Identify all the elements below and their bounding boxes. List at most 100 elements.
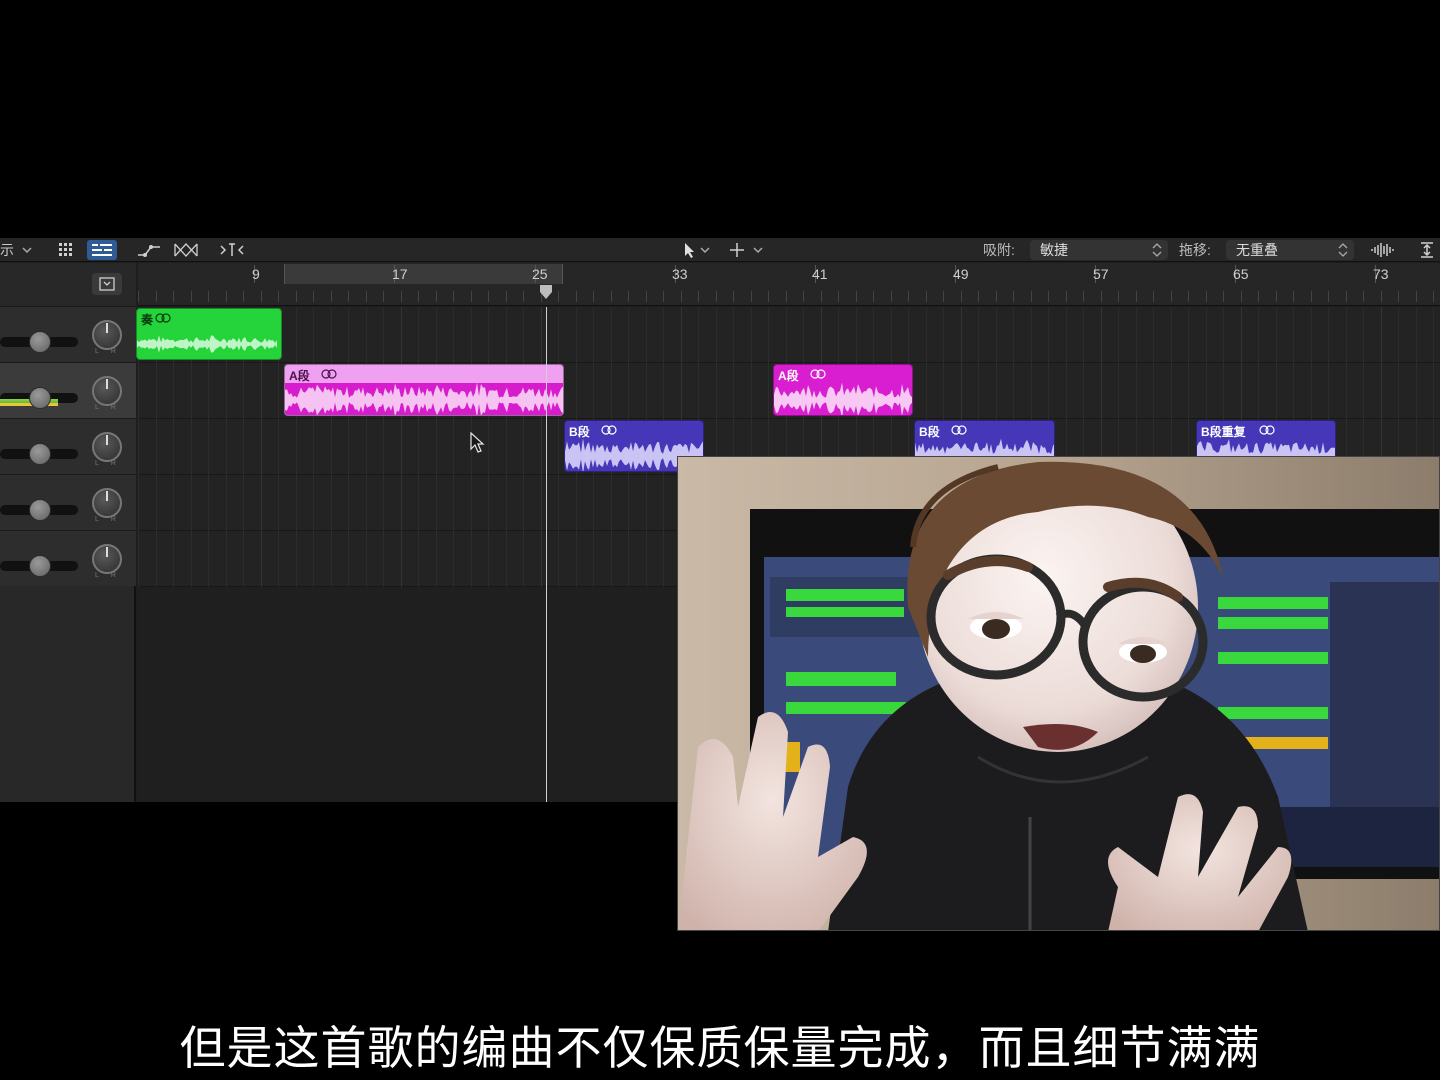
pan-knob[interactable]: [92, 320, 122, 350]
drag-select[interactable]: 无重叠: [1226, 240, 1354, 260]
track-header-1[interactable]: LR: [0, 306, 136, 362]
pan-lr-marks: LR: [95, 404, 128, 411]
beat-tick: [698, 291, 699, 302]
beat-tick: [996, 291, 997, 302]
beat-tick: [506, 291, 507, 302]
region-name: 奏: [141, 313, 154, 327]
audio-region[interactable]: 奏: [136, 308, 282, 360]
beat-tick: [401, 291, 402, 302]
playhead[interactable]: [546, 307, 547, 802]
grid-line: [436, 307, 437, 587]
track-header-2[interactable]: LR: [0, 362, 136, 418]
list-view-icon[interactable]: [87, 240, 117, 260]
automation-icon[interactable]: [135, 240, 163, 260]
pan-knob[interactable]: [92, 432, 122, 462]
beat-tick: [961, 291, 962, 302]
grid-line: [331, 307, 332, 587]
bar-number: 41: [812, 266, 828, 282]
beat-tick: [1013, 291, 1014, 302]
beat-tick: [156, 291, 157, 302]
beat-tick: [1066, 291, 1067, 302]
subtitle-caption: 但是这首歌的编曲不仅保质保量完成，而且细节满满: [179, 1021, 1261, 1075]
beat-tick: [891, 291, 892, 302]
beat-tick: [1136, 291, 1137, 302]
audio-region[interactable]: A段: [284, 364, 564, 416]
beat-tick: [173, 291, 174, 302]
beat-tick: [1118, 291, 1119, 302]
collapse-tracks-button[interactable]: [92, 273, 122, 295]
loop-icon: [951, 425, 967, 435]
waveform-shape: [285, 383, 563, 415]
vertical-zoom-icon[interactable]: [1416, 240, 1438, 260]
track-lane-1[interactable]: [138, 307, 1440, 363]
beat-tick: [313, 291, 314, 302]
beat-tick: [663, 291, 664, 302]
beat-tick: [208, 291, 209, 302]
beat-tick: [1171, 291, 1172, 302]
track-header-top: [0, 263, 136, 306]
beat-tick: [611, 291, 612, 302]
drag-label: 拖移:: [1179, 242, 1211, 258]
beat-tick: [1276, 291, 1277, 302]
beat-tick: [786, 291, 787, 302]
audio-region[interactable]: A段: [773, 364, 913, 416]
grid-view-icon[interactable]: [56, 240, 76, 260]
volume-fader-knob[interactable]: [29, 443, 51, 465]
grid-line: [313, 307, 314, 587]
beat-tick: [1083, 291, 1084, 302]
beat-tick: [1346, 291, 1347, 302]
grid-line: [558, 307, 559, 587]
pointer-tool-icon[interactable]: [678, 240, 714, 260]
track-header-5[interactable]: LR: [0, 530, 136, 586]
beat-tick: [646, 291, 647, 302]
pan-lr-marks: LR: [95, 460, 128, 467]
cycle-region[interactable]: [284, 264, 563, 284]
region-name: A段: [778, 369, 799, 383]
beat-tick: [943, 291, 944, 302]
volume-fader-knob[interactable]: [29, 499, 51, 521]
pan-knob[interactable]: [92, 544, 122, 574]
waveform-shape: [774, 383, 912, 415]
beat-tick: [1188, 291, 1189, 302]
beat-tick: [751, 291, 752, 302]
grid-line: [523, 307, 524, 587]
pan-lr-marks: LR: [95, 572, 128, 579]
bar-ruler[interactable]: 9 17 25 33 41 49 57 65 73: [138, 263, 1440, 306]
memoji-avatar-icon: [678, 457, 1439, 930]
beat-tick: [1363, 291, 1364, 302]
beat-tick: [768, 291, 769, 302]
volume-fader-knob[interactable]: [29, 387, 51, 409]
updown-arrows-icon: [1152, 243, 1162, 257]
volume-fader-knob[interactable]: [29, 331, 51, 353]
beat-tick: [366, 291, 367, 302]
beat-tick: [593, 291, 594, 302]
waveform-zoom-icon[interactable]: [1368, 240, 1398, 260]
track-header-3[interactable]: LR: [0, 418, 136, 474]
track-header-4[interactable]: LR: [0, 474, 136, 530]
pan-knob[interactable]: [92, 488, 122, 518]
track-headers: LR LR LR LR LR: [0, 263, 136, 802]
loop-icon: [810, 369, 826, 379]
beat-tick: [1241, 291, 1242, 302]
snap-label: 吸附:: [983, 242, 1015, 258]
split-icon[interactable]: [218, 240, 246, 260]
waveform: [774, 383, 912, 415]
volume-fader-knob[interactable]: [29, 555, 51, 577]
crosshair-tool-icon[interactable]: [726, 240, 766, 260]
beat-tick: [1311, 291, 1312, 302]
beat-tick: [681, 291, 682, 302]
bar-number: 17: [392, 266, 408, 282]
beat-tick: [978, 291, 979, 302]
flex-icon[interactable]: [172, 240, 200, 260]
beat-tick: [138, 291, 139, 302]
beat-tick: [1416, 291, 1417, 302]
loop-icon: [155, 313, 171, 323]
beat-tick: [418, 291, 419, 302]
waveform: [285, 383, 563, 415]
grid-line: [348, 307, 349, 587]
beat-tick: [856, 291, 857, 302]
view-menu[interactable]: 示: [0, 238, 34, 262]
snap-select[interactable]: 敏捷: [1030, 240, 1168, 260]
pan-knob[interactable]: [92, 376, 122, 406]
playhead-handle-icon[interactable]: [539, 284, 553, 300]
